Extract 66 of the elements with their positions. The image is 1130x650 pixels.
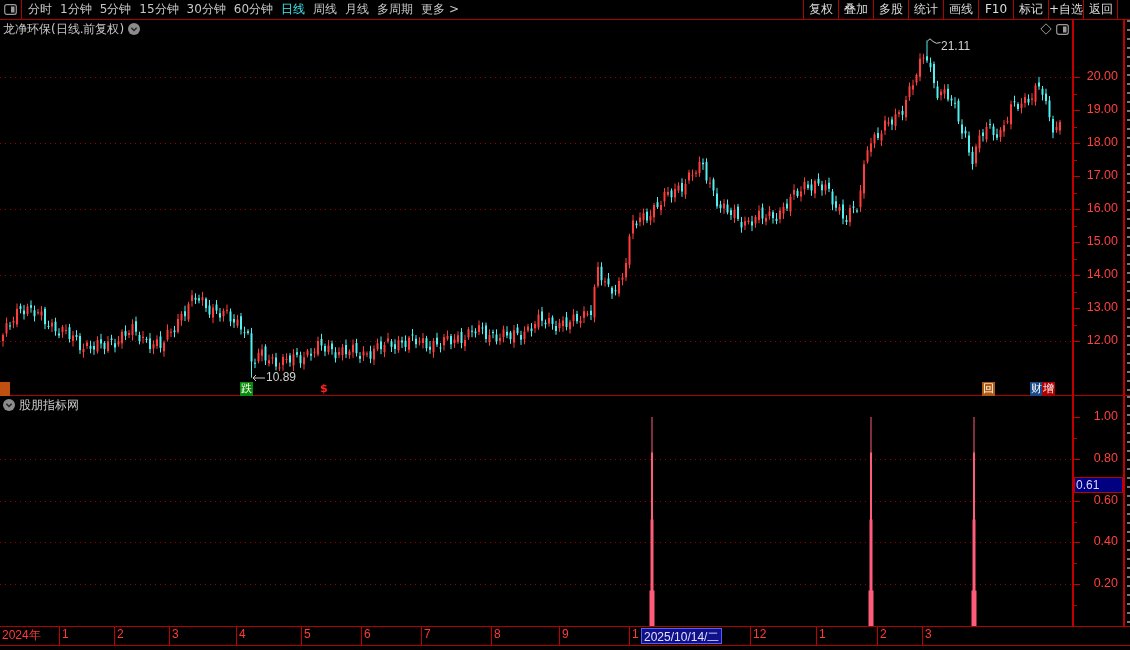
period-tab[interactable]: 15分钟 <box>135 0 183 19</box>
axis-label: 0.40 <box>1093 534 1118 550</box>
chart-title: 龙净环保(日线.前复权) <box>3 20 125 38</box>
split-square-icon[interactable] <box>1056 23 1069 35</box>
axis-label: 18.00 <box>1086 135 1118 151</box>
date-label: 1 <box>632 627 639 643</box>
date-label: 5 <box>304 627 311 643</box>
axis-label: 0.60 <box>1093 493 1118 509</box>
period-tab[interactable]: 月线 <box>341 0 374 19</box>
axis-label: 1.00 <box>1093 409 1118 425</box>
toolbar-button[interactable]: 统计 <box>908 0 943 19</box>
crosshair-value: 0.61 <box>1074 477 1123 493</box>
event-marker: 回 <box>982 382 995 396</box>
period-tab[interactable]: 5分钟 <box>95 0 136 19</box>
toolbar-button[interactable]: +自选 <box>1048 0 1083 19</box>
date-label: 3 <box>925 627 932 643</box>
split-square-icon[interactable] <box>4 4 17 15</box>
date-label: 6 <box>364 627 371 643</box>
axis-label: 0.20 <box>1093 576 1118 592</box>
period-tab[interactable]: 1分钟 <box>56 0 96 19</box>
toolbar-button[interactable]: 多股 <box>873 0 908 19</box>
period-tab[interactable]: 周线 <box>309 0 342 19</box>
axis-label: 19.00 <box>1086 102 1118 118</box>
axis-label: 12.00 <box>1086 333 1118 349</box>
date-label: 4 <box>239 627 246 643</box>
axis-label: 17.00 <box>1086 168 1118 184</box>
event-marker: 增 <box>1042 382 1055 396</box>
axis-label: 13.00 <box>1086 300 1118 316</box>
tag-icon <box>0 382 10 396</box>
event-marker: 跌 <box>240 382 253 396</box>
date-label: 3 <box>172 627 179 643</box>
toolbar-button[interactable]: 画线 <box>943 0 978 19</box>
period-tab[interactable]: 更多 > <box>417 0 463 19</box>
axis-label: 15.00 <box>1086 234 1118 250</box>
price-annotation: 21.11 <box>941 40 971 53</box>
date-label: 2 <box>880 627 887 643</box>
crosshair-date: 2025/10/14/二 <box>641 628 723 644</box>
date-label: 9 <box>562 627 569 643</box>
toolbar-button[interactable]: 标记 <box>1013 0 1048 19</box>
period-tab[interactable]: 分时 <box>24 0 56 19</box>
date-label: 12 <box>753 627 767 643</box>
chevron-circle-icon[interactable] <box>128 23 141 35</box>
diamond-icon[interactable] <box>1040 23 1052 35</box>
date-label: 2 <box>117 627 124 643</box>
axis-label: 16.00 <box>1086 201 1118 217</box>
toolbar-button[interactable]: 叠加 <box>838 0 873 19</box>
axis-label: 20.00 <box>1086 69 1118 85</box>
chevron-circle-icon[interactable] <box>3 399 15 411</box>
axis-label: 0.80 <box>1093 451 1118 467</box>
date-label: 2024年 <box>2 627 41 644</box>
date-label: 1 <box>62 627 69 643</box>
period-tab[interactable]: 30分钟 <box>182 0 230 19</box>
price-annotation: 10.89 <box>266 371 297 384</box>
period-tab[interactable]: 60分钟 <box>229 0 278 19</box>
toolbar-button[interactable]: 复权 <box>803 0 838 19</box>
date-label: 1 <box>819 627 826 643</box>
toolbar-button[interactable]: 返回 <box>1083 0 1118 19</box>
chart-title: 股朋指标网 <box>19 396 79 414</box>
event-marker: $ <box>319 382 329 396</box>
arrow-icon <box>252 374 265 382</box>
period-tab[interactable]: 日线 <box>277 0 310 19</box>
toolbar-button[interactable]: F10 <box>978 0 1013 19</box>
date-label: 7 <box>424 627 431 643</box>
date-label: 8 <box>494 627 501 643</box>
period-tab[interactable]: 多周期 <box>373 0 418 19</box>
axis-label: 14.00 <box>1086 267 1118 283</box>
